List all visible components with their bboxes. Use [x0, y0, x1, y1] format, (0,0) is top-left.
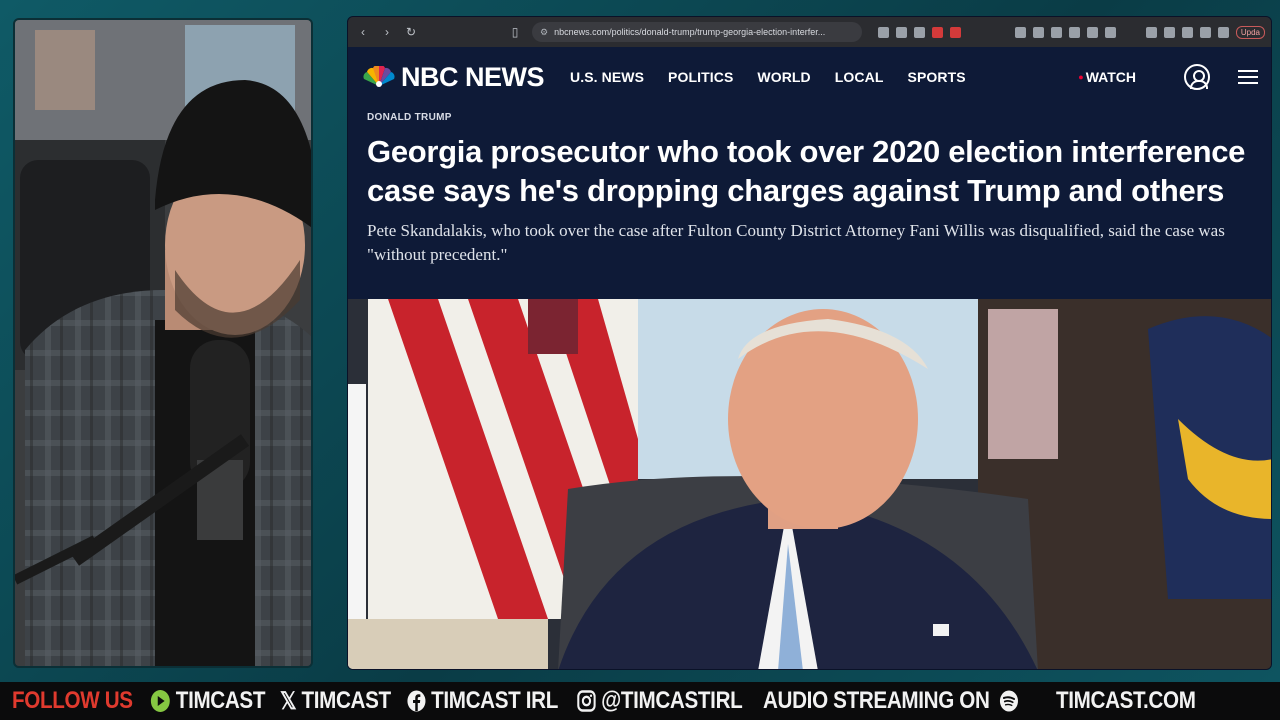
- profile-icon[interactable]: [1217, 26, 1229, 38]
- social-ticker: FOLLOW US TIMCAST 𝕏 TIMCAST TIMCAST IRL …: [0, 682, 1280, 720]
- webcam-feed: [13, 18, 313, 668]
- rumble-handle-text: TIMCAST: [176, 687, 266, 714]
- rumble-handle: TIMCAST: [150, 687, 266, 715]
- media-icon[interactable]: [1145, 26, 1157, 38]
- extension-icon-1[interactable]: [1014, 26, 1026, 38]
- nav-item-us-news[interactable]: U.S. NEWS: [570, 69, 644, 85]
- hero-image: [348, 299, 1271, 669]
- url-text: nbcnews.com/politics/donald-trump/trump-…: [554, 27, 826, 37]
- tab-icon[interactable]: [1181, 26, 1193, 38]
- back-icon[interactable]: ‹: [356, 25, 370, 39]
- x-icon: 𝕏: [280, 687, 297, 715]
- rumble-icon: [151, 690, 171, 712]
- spotify-icon: [1000, 690, 1019, 712]
- sidebar-icon[interactable]: [1163, 26, 1175, 38]
- follow-us-label: FOLLOW US: [12, 687, 133, 714]
- extension-icon-3[interactable]: [1050, 26, 1062, 38]
- edit-icon[interactable]: [913, 26, 925, 38]
- page-icon[interactable]: [895, 26, 907, 38]
- oval-office-photo: [348, 299, 1271, 669]
- host-video-frame: [15, 20, 311, 666]
- instagram-icon: [576, 690, 596, 712]
- site-info-icon[interactable]: ⚙: [540, 27, 548, 38]
- extension-icon-5[interactable]: [1086, 26, 1098, 38]
- instagram-handle: @TIMCASTIRL: [576, 687, 743, 715]
- browser-toolbar: ‹ › ↻ ▯ ⚙ nbcnews.com/politics/donald-tr…: [348, 17, 1271, 47]
- instagram-handle-text: @TIMCASTIRL: [600, 687, 743, 714]
- extension-icon-2[interactable]: [1032, 26, 1044, 38]
- site-header: NBC NEWS U.S. NEWS POLITICS WORLD LOCAL …: [348, 47, 1271, 107]
- brand-name: NBC NEWS: [401, 61, 545, 92]
- extension-icon-6[interactable]: [1104, 26, 1116, 38]
- nav-item-local[interactable]: LOCAL: [835, 69, 884, 85]
- audio-streaming: AUDIO STREAMING ON: [763, 687, 1019, 715]
- article-kicker[interactable]: DONALD TRUMP: [367, 112, 1257, 123]
- nav-item-world[interactable]: WORLD: [757, 69, 810, 85]
- reload-icon[interactable]: ↻: [404, 25, 418, 39]
- browser-window: ‹ › ↻ ▯ ⚙ nbcnews.com/politics/donald-tr…: [347, 16, 1272, 670]
- x-handle: 𝕏 TIMCAST: [280, 687, 391, 716]
- nav-item-politics[interactable]: POLITICS: [668, 69, 733, 85]
- nav-item-sports[interactable]: SPORTS: [908, 69, 966, 85]
- shield-extension-icon[interactable]: [931, 26, 943, 38]
- x-handle-text: TIMCAST: [301, 687, 392, 714]
- nbc-logo[interactable]: NBC NEWS: [363, 61, 545, 93]
- account-icon[interactable]: [1184, 64, 1210, 90]
- facebook-handle-text: TIMCAST IRL: [431, 687, 559, 714]
- alert-extension-icon[interactable]: [949, 26, 961, 38]
- audio-streaming-text: AUDIO STREAMING ON: [762, 687, 990, 714]
- bookmark-icon[interactable]: ▯: [508, 25, 522, 39]
- website-link: TIMCAST.COM: [1056, 687, 1196, 714]
- article-dek: Pete Skandalakis, who took over the case…: [367, 221, 1225, 264]
- extension-icons: Upda: [877, 25, 1265, 39]
- primary-nav: U.S. NEWS POLITICS WORLD LOCAL SPORTS: [570, 69, 966, 85]
- watch-label: WATCH: [1085, 69, 1136, 85]
- update-button[interactable]: Upda: [1235, 25, 1265, 39]
- hamburger-menu-icon[interactable]: [1238, 66, 1258, 88]
- watch-link[interactable]: ● WATCH: [1078, 69, 1136, 85]
- download-icon[interactable]: [1199, 26, 1211, 38]
- zoom-icon[interactable]: [877, 26, 889, 38]
- peacock-icon: [363, 66, 395, 87]
- facebook-icon: [407, 690, 426, 712]
- live-dot-icon: ●: [1078, 72, 1084, 82]
- article-headline: Georgia prosecutor who took over 2020 el…: [367, 134, 1246, 208]
- address-bar[interactable]: ⚙ nbcnews.com/politics/donald-trump/trum…: [532, 22, 862, 42]
- facebook-handle: TIMCAST IRL: [407, 687, 558, 715]
- forward-icon[interactable]: ›: [380, 25, 394, 39]
- extension-icon-4[interactable]: [1068, 26, 1080, 38]
- article-header: DONALD TRUMP Georgia prosecutor who took…: [367, 112, 1257, 267]
